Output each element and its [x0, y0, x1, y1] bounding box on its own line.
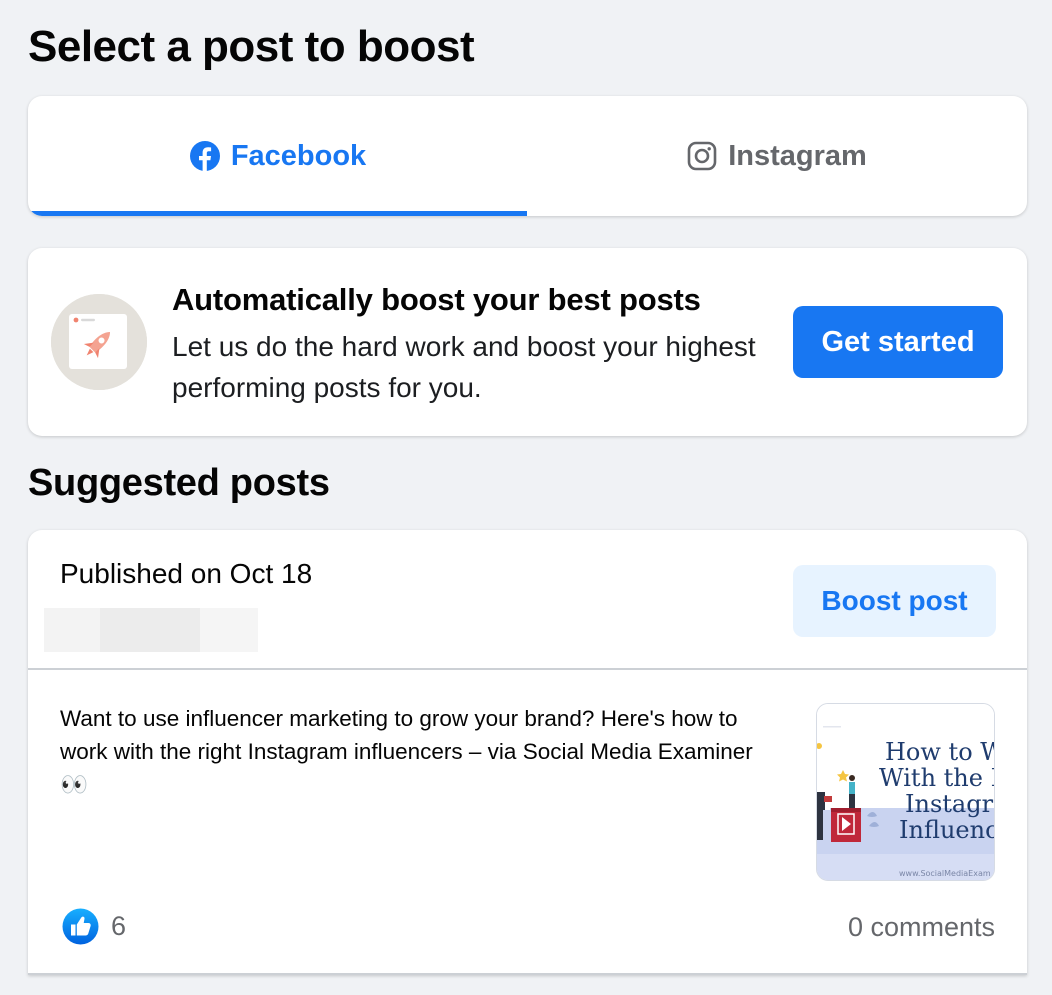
post-thumbnail[interactable]: How to W With the I Instagra Influenc ww… — [816, 703, 995, 881]
auto-boost-description: Let us do the hard work and boost your h… — [172, 331, 756, 403]
divider — [28, 668, 1027, 670]
active-tab-indicator — [28, 211, 527, 216]
thumbnail-line-1: How to W — [885, 738, 995, 766]
page-title: Select a post to boost — [28, 22, 475, 71]
like-count: 6 — [111, 911, 127, 941]
published-date: Published on Oct 18 — [60, 558, 313, 589]
redacted-placeholder — [44, 608, 258, 652]
reactions[interactable]: 6 — [62, 908, 126, 945]
tab-instagram-label: Instagram — [728, 139, 867, 172]
auto-boost-card: Automatically boost your best posts Let … — [28, 248, 1027, 436]
boost-post-button[interactable]: Boost post — [793, 565, 996, 637]
card-bottom-border — [28, 973, 1027, 975]
facebook-icon — [189, 140, 221, 172]
get-started-button[interactable]: Get started — [793, 306, 1003, 378]
tab-instagram[interactable]: Instagram — [527, 96, 1026, 216]
post-text: Want to use influencer marketing to grow… — [60, 706, 753, 797]
tab-facebook-label: Facebook — [230, 139, 367, 172]
suggested-post-card: Published on Oct 18 Boost post Want to u… — [28, 530, 1027, 975]
auto-boost-title: Automatically boost your best posts — [172, 282, 701, 317]
tab-facebook[interactable]: Facebook — [28, 96, 527, 216]
thumbnail-footer: www.SocialMediaExam — [899, 869, 991, 878]
comments-count[interactable]: 0 comments — [848, 912, 995, 943]
thumbnail-line-3: Instagra — [905, 790, 995, 818]
thumbnail-line-4: Influenc — [899, 816, 995, 844]
rocket-icon — [51, 294, 147, 390]
thumbnail-line-2: With the I — [879, 764, 995, 792]
like-icon — [62, 908, 99, 945]
suggested-posts-heading: Suggested posts — [28, 462, 330, 504]
page: Select a post to boost Facebook Instagra… — [0, 0, 1052, 995]
instagram-icon — [686, 140, 718, 172]
platform-tabs: Facebook Instagram — [28, 96, 1027, 216]
